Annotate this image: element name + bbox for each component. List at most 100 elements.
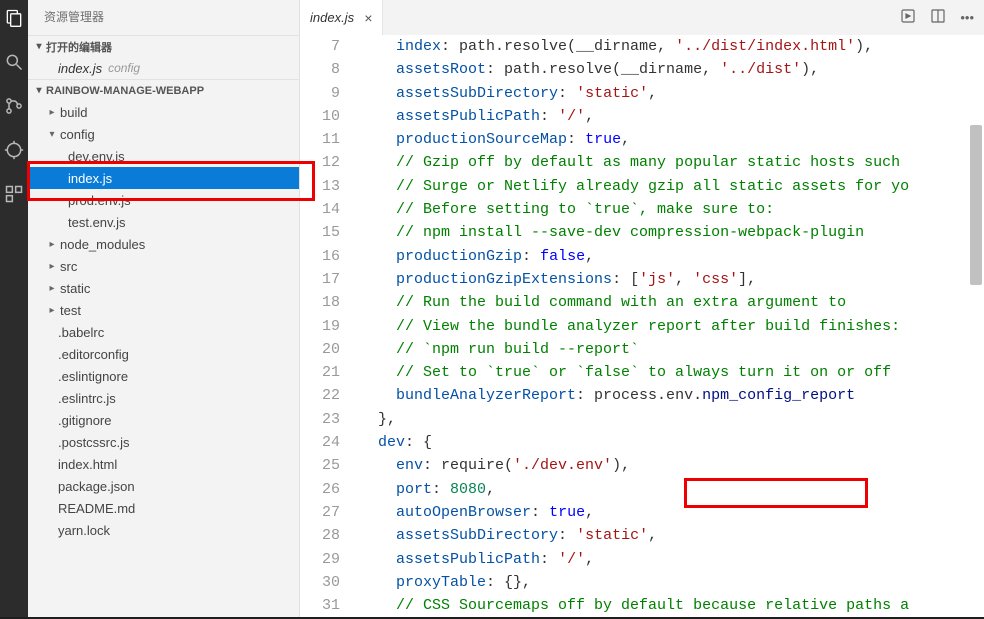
tab-active[interactable]: index.js × — [300, 0, 383, 35]
explorer-sidebar: 资源管理器 ▾ 打开的编辑器 index.js config ▾ RAINBOW… — [28, 0, 300, 619]
tree-item-label: prod.env.js — [68, 193, 131, 208]
chevron-down-icon: ▾ — [32, 85, 46, 96]
code-line[interactable]: assetsRoot: path.resolve(__dirname, '../… — [360, 58, 984, 81]
line-number: 31 — [300, 594, 340, 617]
code-line[interactable]: // Gzip off by default as many popular s… — [360, 151, 984, 174]
tree-item-label: package.json — [58, 479, 135, 494]
line-number: 13 — [300, 175, 340, 198]
code-line[interactable]: productionGzipExtensions: ['js', 'css'], — [360, 268, 984, 291]
folder-item[interactable]: ▸test — [28, 299, 299, 321]
tree-item-label: static — [60, 281, 90, 296]
code-line[interactable]: // Set to `true` or `false` to always tu… — [360, 361, 984, 384]
open-editor-item[interactable]: index.js config — [28, 57, 299, 79]
code-line[interactable]: env: require('./dev.env'), — [360, 454, 984, 477]
extensions-icon[interactable] — [2, 182, 26, 206]
tree-item-label: .postcssrc.js — [58, 435, 130, 450]
line-number: 7 — [300, 35, 340, 58]
file-item[interactable]: dev.env.js — [28, 145, 299, 167]
line-number: 22 — [300, 384, 340, 407]
tree-item-label: .gitignore — [58, 413, 111, 428]
line-number: 12 — [300, 151, 340, 174]
debug-icon[interactable] — [2, 138, 26, 162]
line-number: 11 — [300, 128, 340, 151]
file-item[interactable]: README.md — [28, 497, 299, 519]
code-line[interactable]: // Run the build command with an extra a… — [360, 291, 984, 314]
line-number: 29 — [300, 548, 340, 571]
code-line[interactable]: assetsPublicPath: '/', — [360, 548, 984, 571]
code-line[interactable]: // npm install --save-dev compression-we… — [360, 221, 984, 244]
code-line[interactable]: bundleAnalyzerReport: process.env.npm_co… — [360, 384, 984, 407]
file-item[interactable]: prod.env.js — [28, 189, 299, 211]
code-line[interactable]: productionGzip: false, — [360, 245, 984, 268]
file-item[interactable]: index.js — [28, 167, 299, 189]
file-item[interactable]: index.html — [28, 453, 299, 475]
folder-item[interactable]: ▸build — [28, 101, 299, 123]
code-line[interactable]: // Surge or Netlify already gzip all sta… — [360, 175, 984, 198]
project-folder-header[interactable]: ▾ RAINBOW-MANAGE-WEBAPP — [28, 79, 299, 101]
folder-item[interactable]: ▸node_modules — [28, 233, 299, 255]
open-editors-header[interactable]: ▾ 打开的编辑器 — [28, 35, 299, 57]
line-number: 8 — [300, 58, 340, 81]
split-editor-icon[interactable] — [930, 8, 946, 27]
line-number: 24 — [300, 431, 340, 454]
code-line[interactable]: // Before setting to `true`, make sure t… — [360, 198, 984, 221]
search-icon[interactable] — [2, 50, 26, 74]
tree-item-label: yarn.lock — [58, 523, 110, 538]
line-number: 9 — [300, 82, 340, 105]
tree-item-label: .eslintrc.js — [58, 391, 116, 406]
code-line[interactable]: dev: { — [360, 431, 984, 454]
file-item[interactable]: .editorconfig — [28, 343, 299, 365]
line-number: 20 — [300, 338, 340, 361]
editor[interactable]: 7891011121314151617181920212223242526272… — [300, 35, 984, 619]
code-line[interactable]: proxyTable: {}, — [360, 571, 984, 594]
code-line[interactable]: port: 8080, — [360, 478, 984, 501]
tree-item-label: test — [60, 303, 81, 318]
code-line[interactable]: assetsSubDirectory: 'static', — [360, 82, 984, 105]
file-item[interactable]: .gitignore — [28, 409, 299, 431]
close-icon[interactable]: × — [364, 10, 372, 26]
file-item[interactable]: .babelrc — [28, 321, 299, 343]
editor-tabs: index.js × ••• — [300, 0, 984, 35]
code-line[interactable]: productionSourceMap: true, — [360, 128, 984, 151]
explorer-icon[interactable] — [2, 6, 26, 30]
line-number: 16 — [300, 245, 340, 268]
folder-item[interactable]: ▸static — [28, 277, 299, 299]
line-number: 18 — [300, 291, 340, 314]
line-number: 23 — [300, 408, 340, 431]
tree-item-label: test.env.js — [68, 215, 126, 230]
code-line[interactable]: // View the bundle analyzer report after… — [360, 315, 984, 338]
code-line[interactable]: // CSS Sourcemaps off by default because… — [360, 594, 984, 617]
tree-item-label: README.md — [58, 501, 135, 516]
tree-item-label: index.html — [58, 457, 117, 472]
code-line[interactable]: index: path.resolve(__dirname, '../dist/… — [360, 35, 984, 58]
code-line[interactable]: // `npm run build --report` — [360, 338, 984, 361]
git-icon[interactable] — [2, 94, 26, 118]
chevron-down-icon: ▾ — [32, 41, 46, 52]
file-item[interactable]: .postcssrc.js — [28, 431, 299, 453]
file-item[interactable]: package.json — [28, 475, 299, 497]
line-number: 27 — [300, 501, 340, 524]
tree-item-label: .editorconfig — [58, 347, 129, 362]
file-item[interactable]: yarn.lock — [28, 519, 299, 541]
file-item[interactable]: test.env.js — [28, 211, 299, 233]
code-line[interactable]: }, — [360, 408, 984, 431]
chevron-right-icon: ▸ — [46, 239, 58, 250]
chevron-down-icon: ▾ — [46, 129, 58, 140]
line-number: 17 — [300, 268, 340, 291]
tree-item-label: build — [60, 105, 87, 120]
tree-item-label: dev.env.js — [68, 149, 125, 164]
code-body[interactable]: index: path.resolve(__dirname, '../dist/… — [360, 35, 984, 619]
preview-icon[interactable] — [900, 8, 916, 27]
explorer-title: 资源管理器 — [28, 0, 299, 35]
code-line[interactable]: assetsPublicPath: '/', — [360, 105, 984, 128]
folder-item[interactable]: ▾config — [28, 123, 299, 145]
more-icon[interactable]: ••• — [960, 10, 974, 25]
code-line[interactable]: assetsSubDirectory: 'static', — [360, 524, 984, 547]
file-item[interactable]: .eslintrc.js — [28, 387, 299, 409]
chevron-right-icon: ▸ — [46, 283, 58, 294]
scrollbar-vertical[interactable] — [970, 125, 982, 285]
file-item[interactable]: .eslintignore — [28, 365, 299, 387]
folder-item[interactable]: ▸src — [28, 255, 299, 277]
line-number: 10 — [300, 105, 340, 128]
code-line[interactable]: autoOpenBrowser: true, — [360, 501, 984, 524]
